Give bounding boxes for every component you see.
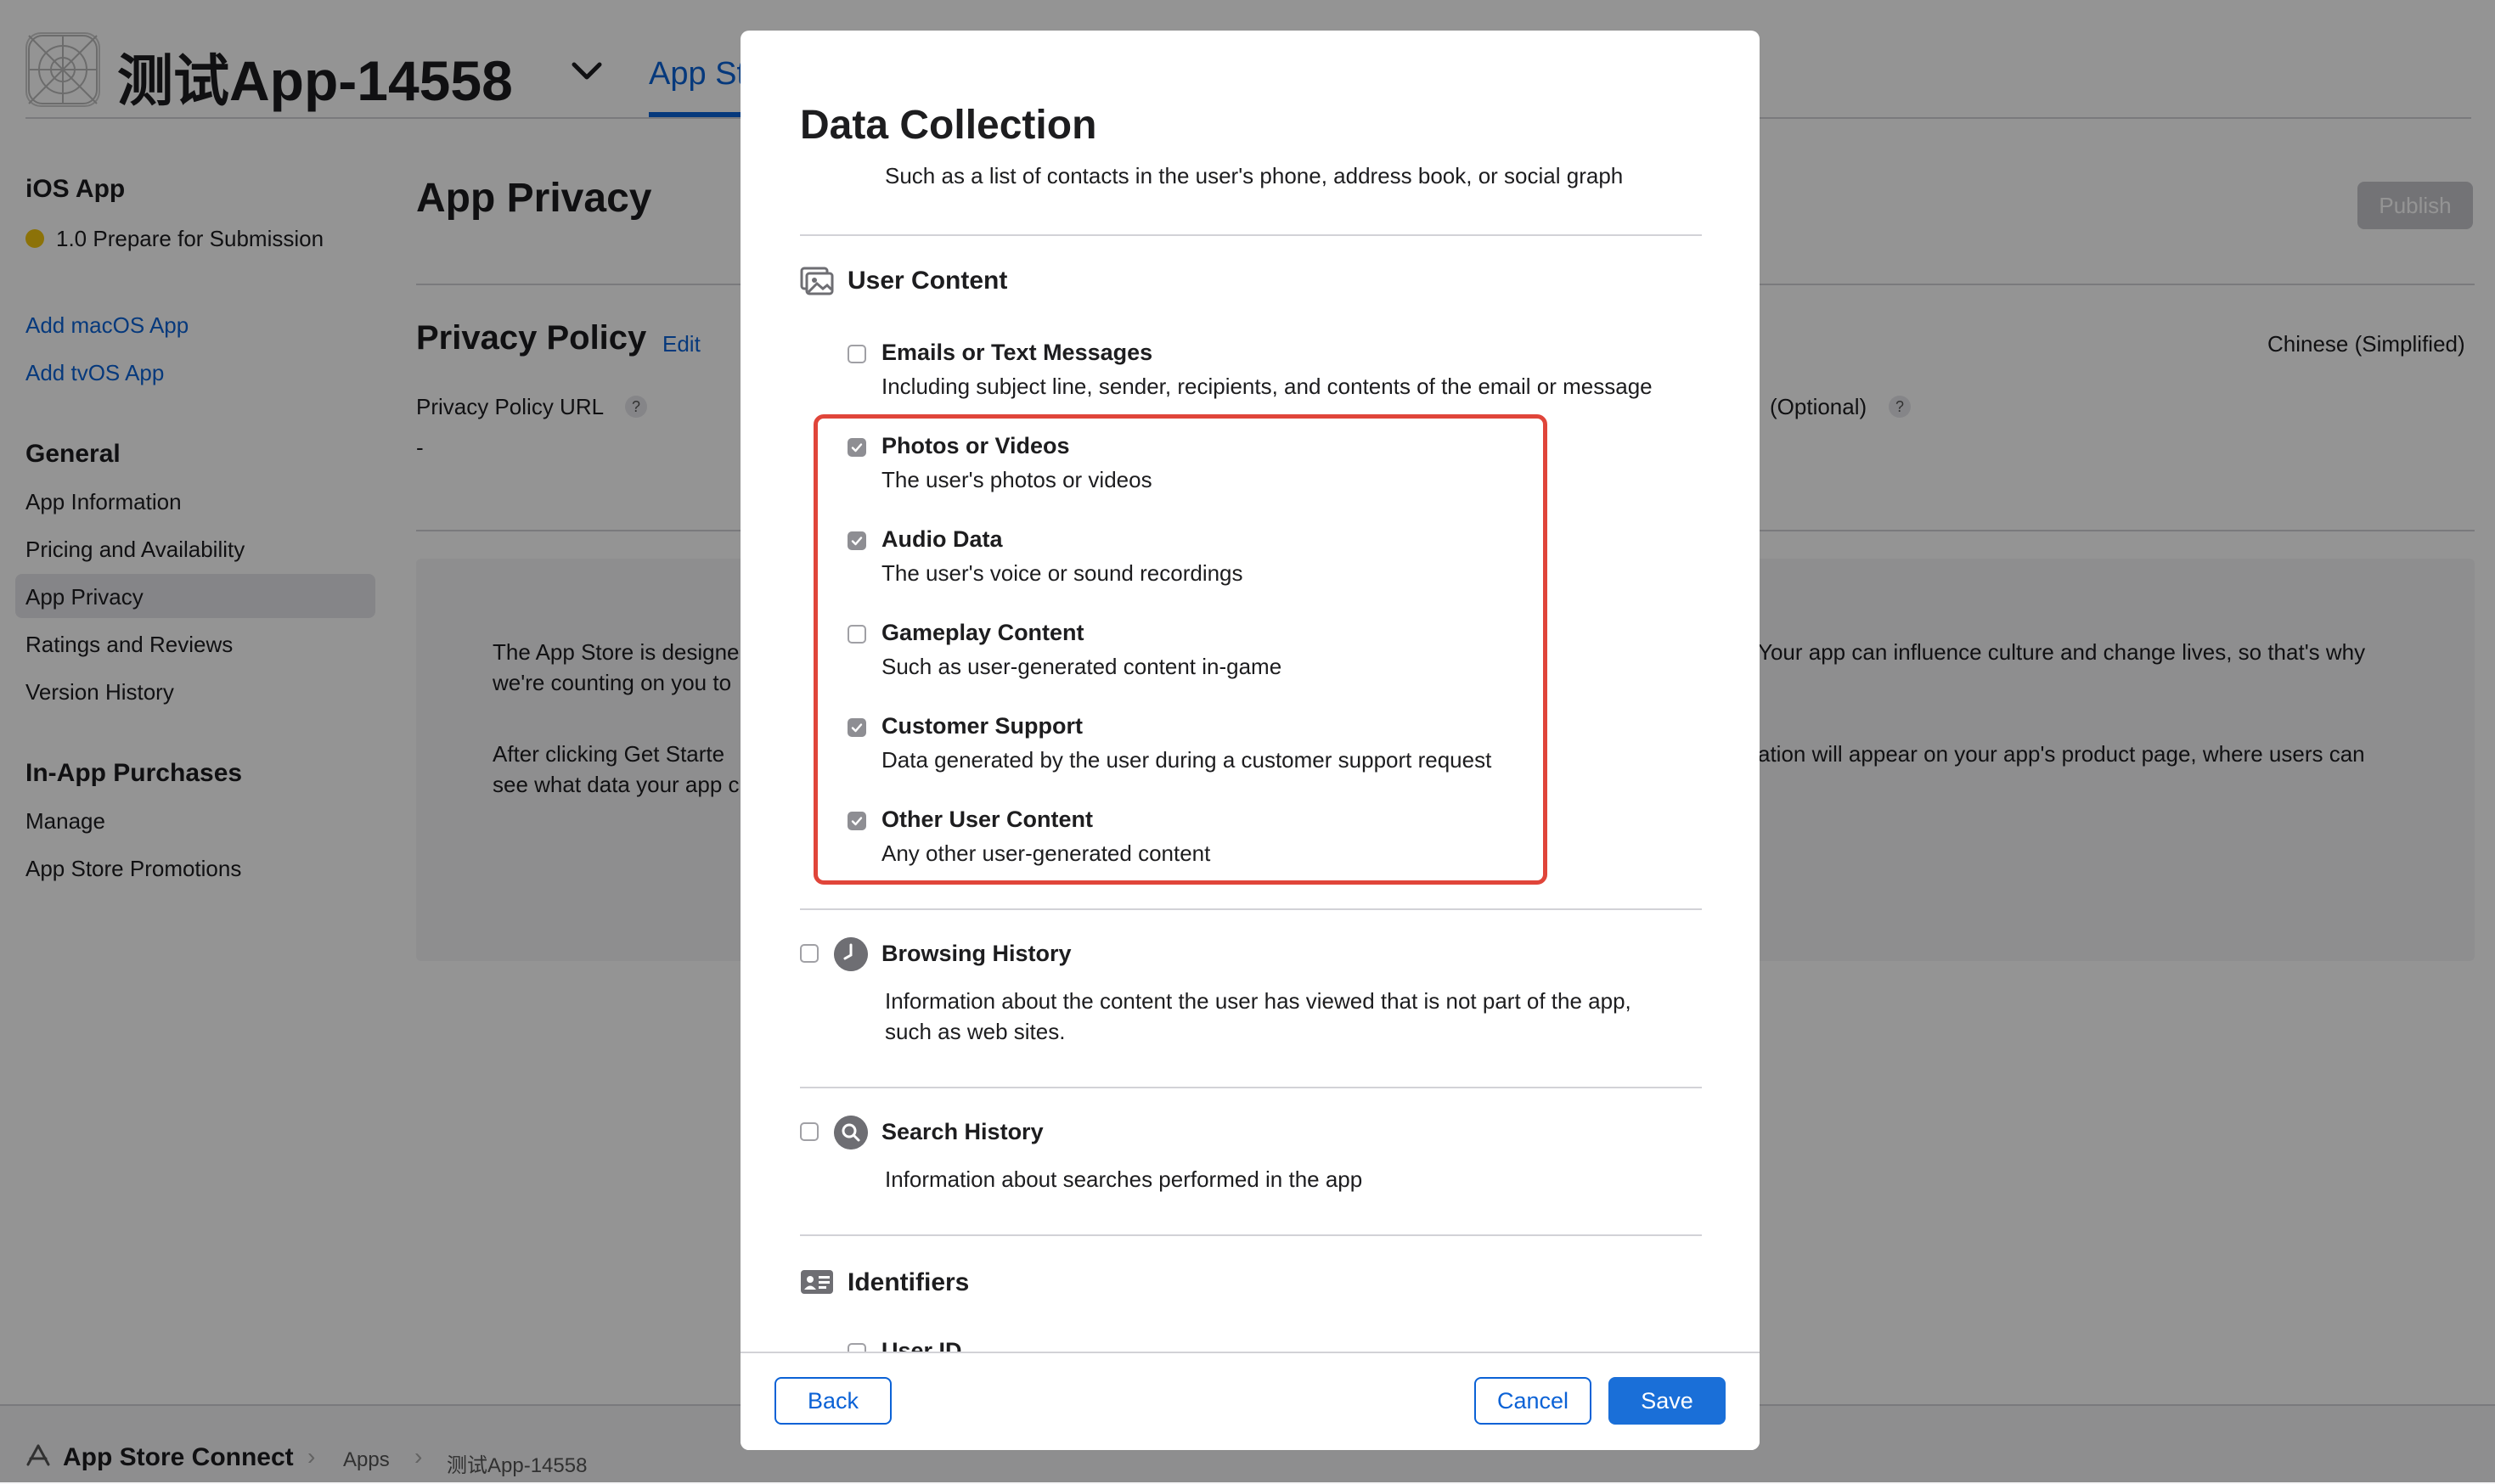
search-history-desc: Information about searches performed in … (885, 1166, 1363, 1192)
browsing-history-desc-1: Information about the content the user h… (885, 988, 1631, 1014)
user-content-title: User Content (848, 267, 1008, 295)
divider (800, 234, 1702, 236)
option-title[interactable]: Emails or Text Messages (881, 340, 1152, 366)
data-collection-modal: Data Collection Such as a list of contac… (741, 31, 1760, 1450)
browsing-history-checkbox[interactable] (800, 944, 819, 963)
save-button[interactable]: Save (1608, 1377, 1726, 1425)
modal-title: Data Collection (800, 103, 1097, 148)
cancel-button[interactable]: Cancel (1474, 1377, 1591, 1425)
option-desc: Including subject line, sender, recipien… (881, 374, 1653, 399)
modal-subtitle: Such as a list of contacts in the user's… (885, 163, 1624, 188)
browsing-history-title[interactable]: Browsing History (881, 941, 1072, 967)
divider (800, 1087, 1702, 1088)
page: 测试App-14558 App St iOS App 1.0 Prepare f… (0, 0, 2495, 1484)
divider (800, 908, 1702, 910)
search-icon (834, 1116, 868, 1150)
divider (800, 1234, 1702, 1236)
modal-footer-divider (741, 1352, 1760, 1353)
photos-icon (800, 267, 834, 295)
identifiers-title: Identifiers (848, 1268, 970, 1296)
back-button[interactable]: Back (774, 1377, 892, 1425)
browsing-history-desc-2: such as web sites. (885, 1019, 1066, 1044)
option-checkbox[interactable] (848, 345, 866, 363)
id-card-icon (801, 1270, 833, 1294)
search-history-checkbox[interactable] (800, 1122, 819, 1141)
clock-icon (834, 937, 868, 971)
highlight-box (814, 414, 1547, 885)
search-history-title[interactable]: Search History (881, 1119, 1044, 1145)
modal-footer (741, 1352, 1760, 1450)
